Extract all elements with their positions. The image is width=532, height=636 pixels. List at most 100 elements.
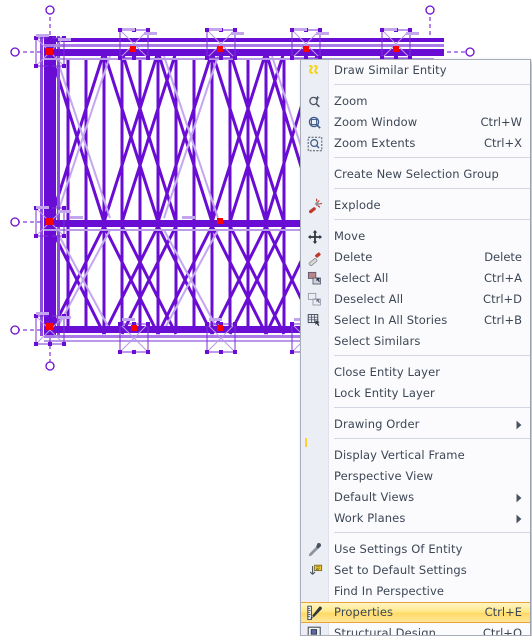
- menu-item-close-entity-layer[interactable]: Close Entity Layer: [301, 362, 530, 383]
- separator-line: [334, 532, 530, 533]
- menu-item-shortcut: Ctrl+X: [484, 136, 522, 150]
- menu-separator: [301, 355, 530, 362]
- menu-item-draw-similar-entity[interactable]: Draw Similar Entity: [301, 60, 530, 81]
- menu-item-work-planes[interactable]: Work Planes: [301, 508, 530, 529]
- menu-item-select-all[interactable]: Select All Ctrl+A: [301, 268, 530, 289]
- menu-item-default-views[interactable]: Default Views: [301, 487, 530, 508]
- menu-item-label: Select All: [334, 271, 389, 285]
- menu-item-label: Perspective View: [334, 469, 434, 483]
- menu-item-structural-design[interactable]: Structural Design Ctrl+Q: [301, 623, 530, 636]
- menu-item-icon-placeholder: [301, 445, 329, 466]
- separator-line: [334, 84, 530, 85]
- menu-separator: [301, 188, 530, 195]
- menu-item-shortcut: Ctrl+A: [484, 271, 522, 285]
- use-settings-of-entity-icon: [301, 539, 329, 560]
- select-in-all-stories-icon: [301, 310, 329, 331]
- draw-similar-entity-icon: [301, 60, 329, 81]
- separator-line: [334, 438, 530, 439]
- structural-design-icon: [301, 623, 329, 635]
- menu-item-icon-placeholder: [301, 487, 329, 508]
- move-icon: [301, 226, 329, 247]
- separator-line: [334, 188, 530, 189]
- menu-item-label: Select Similars: [334, 334, 421, 348]
- menu-item-icon-placeholder: [301, 466, 329, 487]
- menu-item-label: Set to Default Settings: [334, 563, 467, 577]
- menu-item-delete[interactable]: Delete Delete: [301, 247, 530, 268]
- zoom-icon: [301, 91, 329, 112]
- menu-item-label: Structural Design: [334, 626, 436, 636]
- menu-item-label: Zoom Extents: [334, 136, 416, 150]
- menu-item-shortcut: Ctrl+D: [483, 292, 522, 306]
- submenu-arrow-icon: [515, 487, 523, 508]
- submenu-arrow-icon: [515, 508, 523, 529]
- menu-item-shortcut: Ctrl+Q: [482, 626, 522, 636]
- menu-separator: [301, 438, 530, 445]
- set-to-default-settings-icon: [301, 560, 329, 581]
- menu-item-perspective-view[interactable]: Perspective View: [301, 466, 530, 487]
- delete-icon: [301, 247, 329, 268]
- menu-item-find-in-perspective[interactable]: Find In Perspective: [301, 581, 530, 602]
- menu-item-select-in-all-stories[interactable]: Select In All Stories Ctrl+B: [301, 310, 530, 331]
- menu-item-drawing-order[interactable]: Drawing Order: [301, 414, 530, 435]
- menu-item-zoom-window[interactable]: Zoom Window Ctrl+W: [301, 112, 530, 133]
- zoom-window-icon: [301, 112, 329, 133]
- menu-item-use-settings-of-entity[interactable]: Use Settings Of Entity: [301, 539, 530, 560]
- menu-separator: [301, 407, 530, 414]
- menu-item-zoom-extents[interactable]: Zoom Extents Ctrl+X: [301, 133, 530, 154]
- menu-item-label: Use Settings Of Entity: [334, 542, 463, 556]
- menu-item-label: Display Vertical Frame: [334, 448, 465, 462]
- separator-line: [334, 157, 530, 158]
- menu-item-label: Zoom Window: [334, 115, 418, 129]
- menu-item-move[interactable]: Move: [301, 226, 530, 247]
- separator-line: [334, 355, 530, 356]
- menu-item-lock-entity-layer[interactable]: Lock Entity Layer: [301, 383, 530, 404]
- menu-item-zoom[interactable]: Zoom: [301, 91, 530, 112]
- menu-item-label: Drawing Order: [334, 417, 420, 431]
- menu-item-icon-placeholder: [301, 164, 329, 185]
- menu-item-select-similars[interactable]: Select Similars: [301, 331, 530, 352]
- menu-separator: [301, 532, 530, 539]
- entity-context-menu[interactable]: Draw Similar Entity Zoom Zoom Window Ctrl+W…: [300, 59, 531, 636]
- menu-separator: [301, 84, 530, 91]
- menu-item-shortcut: Ctrl+B: [484, 313, 522, 327]
- menu-item-icon-placeholder: [301, 581, 329, 602]
- menu-item-shortcut: Ctrl+E: [484, 605, 522, 619]
- menu-item-display-vertical-frame[interactable]: Display Vertical Frame: [301, 445, 530, 466]
- menu-item-icon-placeholder: [301, 331, 329, 352]
- menu-item-label: Find In Perspective: [334, 584, 445, 598]
- separator-line: [334, 219, 530, 220]
- zoom-extents-icon: [301, 133, 329, 154]
- separator-line: [334, 407, 530, 408]
- menu-item-icon-placeholder: [301, 414, 329, 435]
- menu-item-label: Create New Selection Group: [334, 167, 499, 181]
- menu-item-label: Close Entity Layer: [334, 365, 441, 379]
- menu-item-label: Select In All Stories: [334, 313, 448, 327]
- menu-item-label: Zoom: [334, 94, 368, 108]
- menu-item-label: Move: [334, 229, 366, 243]
- submenu-arrow-icon: [515, 414, 523, 435]
- menu-item-icon-placeholder: [301, 383, 329, 404]
- properties-icon: [301, 603, 329, 622]
- menu-item-label: Draw Similar Entity: [334, 63, 447, 77]
- menu-item-list[interactable]: Draw Similar Entity Zoom Zoom Window Ctrl+W…: [301, 60, 530, 636]
- select-all-icon: [301, 268, 329, 289]
- menu-item-label: Properties: [334, 605, 394, 619]
- explode-icon: [301, 195, 329, 216]
- menu-item-create-new-selection-group[interactable]: Create New Selection Group: [301, 164, 530, 185]
- menu-item-label: Explode: [334, 198, 381, 212]
- menu-item-label: Delete: [334, 250, 373, 264]
- menu-item-set-to-default-settings[interactable]: Set to Default Settings: [301, 560, 530, 581]
- menu-item-properties[interactable]: Properties Ctrl+E: [301, 602, 530, 623]
- menu-item-icon-placeholder: [301, 508, 329, 529]
- menu-item-label: Default Views: [334, 490, 415, 504]
- menu-item-label: Deselect All: [334, 292, 404, 306]
- menu-item-shortcut: Ctrl+W: [480, 115, 522, 129]
- menu-item-label: Lock Entity Layer: [334, 386, 435, 400]
- menu-separator: [301, 157, 530, 164]
- menu-item-deselect-all[interactable]: Deselect All Ctrl+D: [301, 289, 530, 310]
- deselect-all-icon: [301, 289, 329, 310]
- menu-item-explode[interactable]: Explode: [301, 195, 530, 216]
- menu-separator: [301, 219, 530, 226]
- menu-item-shortcut: Delete: [484, 250, 522, 264]
- menu-item-icon-placeholder: [301, 362, 329, 383]
